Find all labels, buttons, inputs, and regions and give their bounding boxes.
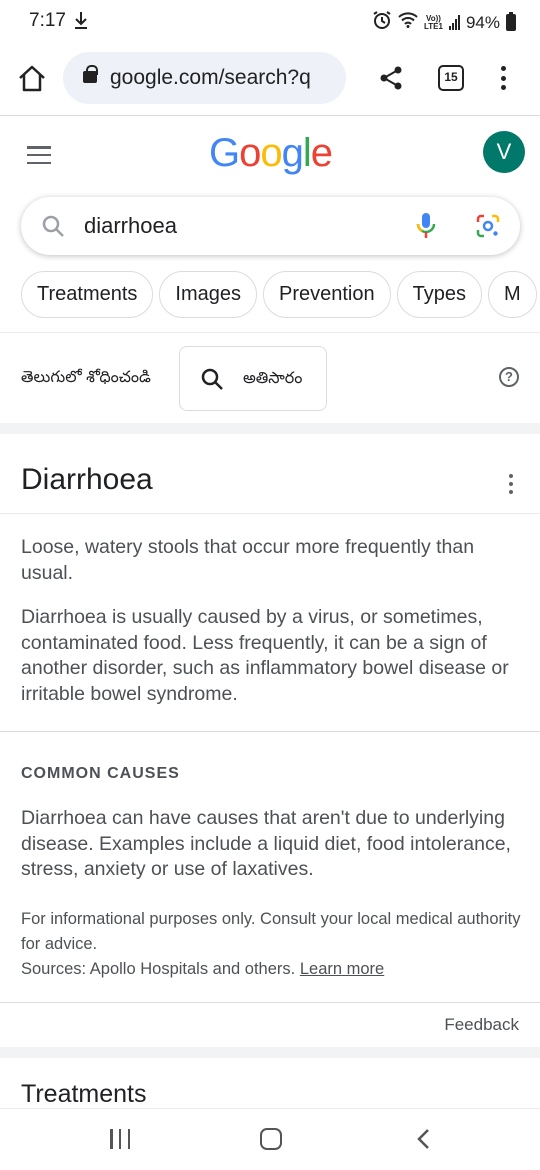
- chip-treatments[interactable]: Treatments: [21, 271, 154, 318]
- feedback-link[interactable]: Feedback: [444, 1015, 519, 1035]
- back-icon[interactable]: [413, 1128, 435, 1150]
- section-separator: [0, 423, 540, 434]
- sources-text: Sources: Apollo Hospitals and others.: [21, 960, 296, 978]
- toolbar-divider: [0, 115, 540, 116]
- android-nav-bar: [0, 1108, 540, 1170]
- logo-letter: e: [310, 131, 333, 175]
- divider: [0, 513, 540, 514]
- menu-more-icon[interactable]: [493, 64, 513, 92]
- google-logo[interactable]: Google: [209, 131, 333, 176]
- medical-disclaimer: For informational purposes only. Consult…: [21, 907, 521, 982]
- causes-heading: COMMON CAUSES: [21, 765, 180, 782]
- logo-letter: G: [209, 131, 240, 175]
- card-title: Diarrhoea: [21, 463, 153, 496]
- home-button-icon[interactable]: [260, 1128, 282, 1150]
- logo-letter: g: [281, 131, 304, 175]
- telugu-search-label: తెలుగులో శోధించండి: [21, 369, 151, 386]
- signal-icon: [448, 15, 460, 30]
- tab-switcher-button[interactable]: 15: [438, 65, 464, 91]
- chip-images[interactable]: Images: [159, 271, 257, 318]
- chip-prevention[interactable]: Prevention: [263, 271, 391, 318]
- card-summary: Loose, watery stools that occur more fre…: [21, 536, 475, 584]
- divider: [0, 1002, 540, 1003]
- network-type-label: Vo)) LTE1: [424, 14, 443, 31]
- logo-letter: l: [302, 131, 312, 175]
- status-bar: 7:17 Vo)) LTE1 94%: [0, 0, 540, 44]
- search-icon: [200, 367, 224, 391]
- chip-more[interactable]: M: [487, 271, 537, 318]
- help-icon[interactable]: ?: [499, 367, 519, 387]
- status-icons: Vo)) LTE1 94%: [372, 10, 516, 35]
- search-input[interactable]: diarrhoea: [84, 213, 177, 239]
- treatments-heading: Treatments: [21, 1080, 147, 1108]
- battery-icon: [506, 12, 516, 31]
- learn-more-link[interactable]: Learn more: [300, 960, 384, 978]
- lte-label: LTE1: [424, 21, 443, 31]
- microphone-icon[interactable]: [416, 212, 436, 240]
- card-more-options-icon[interactable]: [505, 474, 517, 494]
- section-separator: [0, 1047, 540, 1058]
- status-time: 7:17: [29, 10, 66, 31]
- logo-letter: o: [260, 131, 282, 175]
- google-lens-icon[interactable]: [476, 214, 500, 238]
- address-bar[interactable]: google.com/search?q: [63, 52, 346, 104]
- lock-icon: [83, 65, 98, 83]
- share-icon[interactable]: [377, 64, 405, 92]
- recent-apps-icon[interactable]: [110, 1129, 130, 1149]
- telugu-search-button[interactable]: అతిసారం: [179, 346, 327, 411]
- wifi-icon: [398, 12, 418, 33]
- browser-toolbar: google.com/search?q 15: [0, 44, 540, 114]
- causes-text: Diarrhoea can have causes that aren't du…: [21, 807, 511, 880]
- alarm-icon: [372, 10, 392, 35]
- home-icon[interactable]: [16, 63, 48, 95]
- avatar[interactable]: V: [483, 131, 525, 173]
- search-filter-chips: Treatments Images Prevention Types M: [21, 271, 540, 319]
- battery-percent: 94%: [465, 12, 500, 32]
- disclaimer-text: For informational purposes only. Consult…: [21, 910, 521, 953]
- download-icon: [74, 11, 88, 34]
- divider: [0, 731, 540, 732]
- chips-divider: [0, 332, 540, 333]
- search-box[interactable]: diarrhoea: [21, 197, 520, 255]
- chip-types[interactable]: Types: [396, 271, 482, 318]
- card-detail: Diarrhoea is usually caused by a virus, …: [21, 606, 509, 705]
- logo-letter: o: [239, 131, 261, 175]
- url-text[interactable]: google.com/search?q: [110, 66, 340, 90]
- hamburger-menu-icon[interactable]: [27, 146, 51, 164]
- search-icon: [41, 214, 65, 238]
- telugu-search-term: అతిసారం: [243, 370, 303, 387]
